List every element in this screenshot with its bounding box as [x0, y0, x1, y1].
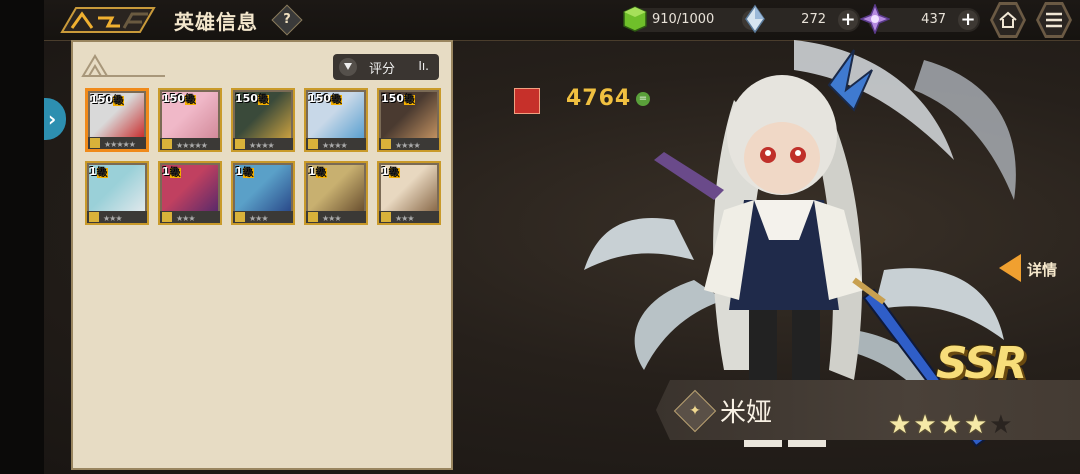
hero-stars: ★★★ [176, 214, 195, 223]
hero-level: 1级 [162, 165, 181, 178]
class-icon [235, 139, 245, 149]
green-gem-icon [623, 6, 647, 32]
add-purple-crystal-button[interactable]: + [958, 10, 978, 30]
purple-crystal-counter: 437 + [860, 4, 980, 34]
help-button[interactable]: ? [271, 4, 303, 36]
hero-card[interactable]: 150级 ★★★★★ [158, 88, 222, 152]
hero-card[interactable]: 1级 ★★★ [158, 161, 222, 225]
hero-stars: ★★★★ [395, 141, 421, 150]
home-button[interactable] [990, 2, 1026, 38]
fist-icon [514, 88, 540, 114]
sort-label: 评分 [369, 62, 396, 77]
expand-tab[interactable]: › [44, 98, 66, 140]
menu-button[interactable] [1036, 2, 1072, 38]
menu-icon [1046, 12, 1062, 28]
hero-card[interactable]: 150级 ★★★★ [231, 88, 295, 152]
hero-info-screen: 英雄信息 ? 910/1000 + 272 + 437 + [44, 0, 1080, 474]
panel-decor [81, 54, 165, 77]
hero-card[interactable]: 1级 ★★★ [377, 161, 441, 225]
back-button[interactable] [58, 4, 158, 36]
hero-level: 150级 [235, 92, 269, 105]
blue-crystal-icon [745, 4, 765, 34]
arrow-left-icon [999, 254, 1021, 282]
hero-level: 1级 [89, 165, 108, 178]
class-icon [162, 139, 172, 149]
hero-star-rating: ★★★★★ [888, 410, 1015, 440]
hero-card[interactable]: 1级 ★★★ [231, 161, 295, 225]
hero-stars: ★★★★ [322, 141, 348, 150]
hero-level: 1级 [235, 165, 254, 178]
star-filled-icon: ★ [888, 410, 912, 440]
add-blue-crystal-button[interactable]: + [838, 10, 858, 30]
class-icon [308, 139, 318, 149]
help-icon: ? [283, 12, 291, 27]
home-icon [999, 11, 1017, 28]
class-icon [89, 212, 99, 222]
class-icon [162, 212, 172, 222]
blue-crystal-counter: 272 + [745, 4, 860, 34]
sort-order-icon: Ⅰı. [418, 59, 429, 73]
hero-stars: ★★★ [103, 214, 122, 223]
hero-stars: ★★★★ [249, 141, 275, 150]
class-icon [381, 212, 391, 222]
hero-level: 150级 [308, 92, 342, 105]
page-title: 英雄信息 [174, 10, 258, 34]
hero-card[interactable]: 1级 ★★★ [85, 161, 149, 225]
hero-level: 150级 [162, 92, 196, 105]
hero-card[interactable]: 1级 ★★★ [304, 161, 368, 225]
hero-card[interactable]: 150级 ★★★★ [304, 88, 368, 152]
hero-stars: ★★★★★ [104, 140, 136, 149]
hero-card[interactable]: 150级 ★★★★ [377, 88, 441, 152]
class-icon [90, 138, 100, 148]
chevron-right-icon: › [48, 107, 57, 131]
purple-crystal-icon [860, 4, 890, 34]
hero-card[interactable]: 150级 ★★★★★ [85, 88, 149, 152]
sort-button[interactable]: 评分 Ⅰı. [333, 54, 439, 80]
filter-icon [339, 58, 357, 76]
hero-name: 米娅 [720, 398, 773, 428]
hero-name-bar: ✦ 米娅 [656, 380, 1080, 440]
star-filled-icon: ★ [938, 410, 962, 440]
green-gem-value: 910/1000 [652, 12, 715, 27]
hero-level: 1级 [308, 165, 327, 178]
hero-roster-panel: 评分 Ⅰı. 150级 ★★★★★ 150级 ★★★★★ 150级 ★★★★ 150级 ★★★… [71, 40, 453, 470]
purple-crystal-value: 437 [921, 12, 946, 27]
class-icon [381, 139, 391, 149]
star-filled-icon: ★ [963, 410, 988, 440]
star-empty-icon: ★ [989, 410, 1013, 440]
hero-stars: ★★★ [249, 214, 268, 223]
blue-crystal-value: 272 [801, 12, 826, 27]
star-filled-icon: ★ [913, 410, 937, 440]
roster-header: 评分 Ⅰı. [73, 42, 451, 82]
detail-label: 详情 [1027, 261, 1058, 279]
hero-stars: ★★★ [395, 214, 414, 223]
hero-stars: ★★★★★ [176, 141, 208, 150]
detail-button[interactable]: 详情 [999, 252, 1079, 286]
hero-stars: ★★★ [322, 214, 341, 223]
class-icon [235, 212, 245, 222]
top-bar: 英雄信息 ? 910/1000 + 272 + 437 + [44, 0, 1080, 41]
hero-level: 1级 [381, 165, 400, 178]
hero-level: 150级 [381, 92, 415, 105]
class-icon [308, 212, 318, 222]
hero-level: 150级 [90, 93, 124, 106]
class-emblem-icon: ✦ [673, 389, 717, 433]
